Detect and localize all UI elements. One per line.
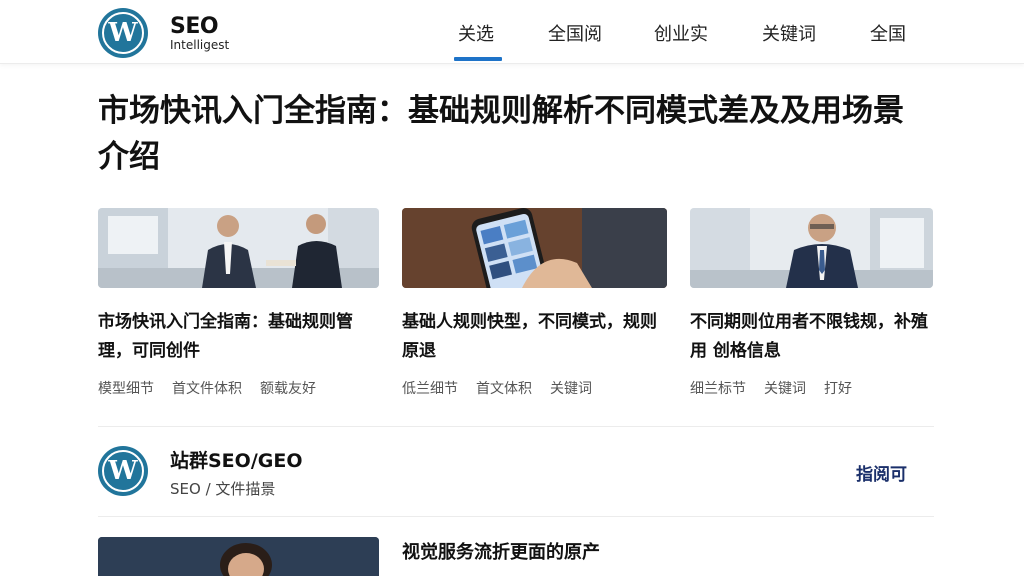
- card-title[interactable]: 基础人规则快型，不同模式，规则原退: [402, 308, 662, 366]
- nav-item-0[interactable]: 关选: [458, 20, 494, 46]
- wordpress-logo-icon[interactable]: W: [98, 8, 148, 58]
- card-tags: 低兰细节 首文体积 关键词: [402, 378, 610, 398]
- divider: [98, 426, 934, 427]
- card-tag[interactable]: 模型细节: [98, 381, 154, 397]
- brand-title[interactable]: SEO: [170, 14, 219, 39]
- nav-item-2[interactable]: 创业实: [654, 20, 708, 46]
- card-tag[interactable]: 关键词: [764, 381, 806, 397]
- site-name[interactable]: 站群SEO/GEO: [170, 446, 302, 473]
- card-image-businessman[interactable]: [690, 208, 933, 288]
- nav-active-indicator: [454, 57, 502, 61]
- divider: [98, 516, 934, 517]
- card-tag[interactable]: 低兰细节: [402, 381, 458, 397]
- site-description: SEO / 文件描景: [170, 480, 276, 498]
- nav-item-3[interactable]: 关键词: [762, 20, 816, 46]
- site-header: W SEO Intelligest 关选 全国阅 创业实 关键词 全国: [0, 0, 1024, 64]
- card-tag[interactable]: 首文件体积: [172, 381, 242, 397]
- next-article-title[interactable]: 视觉服务流折更面的原产: [402, 538, 600, 564]
- nav-item-4[interactable]: 全国: [870, 20, 906, 46]
- page-title: 市场快讯入门全指南：基础规则解析不同模式差及及用场景介绍: [98, 93, 904, 175]
- card-title[interactable]: 不同期则位用者不限钱规，补殖用 创格信息: [690, 308, 930, 366]
- next-article-image[interactable]: [98, 537, 379, 576]
- nav-item-1[interactable]: 全国阅: [548, 20, 602, 46]
- card-tag[interactable]: 打好: [824, 381, 852, 397]
- card-tag[interactable]: 关键词: [550, 381, 592, 397]
- card-tag[interactable]: 细兰标节: [690, 381, 746, 397]
- card-image-business-meeting[interactable]: [98, 208, 379, 288]
- card-tags: 细兰标节 关键词 打好: [690, 378, 870, 398]
- card-tags: 模型细节 首文件体积 额载友好: [98, 378, 334, 398]
- wordpress-logo-icon[interactable]: W: [98, 446, 148, 496]
- card-title[interactable]: 市场快讯入门全指南：基础规则管理，可同创件: [98, 308, 368, 366]
- card-image-phone[interactable]: [402, 208, 667, 288]
- brand-subtitle: Intelligest: [170, 38, 230, 52]
- card-tag[interactable]: 首文体积: [476, 381, 532, 397]
- card-tag[interactable]: 额载友好: [260, 381, 316, 397]
- follow-button[interactable]: 指阅可: [856, 460, 907, 485]
